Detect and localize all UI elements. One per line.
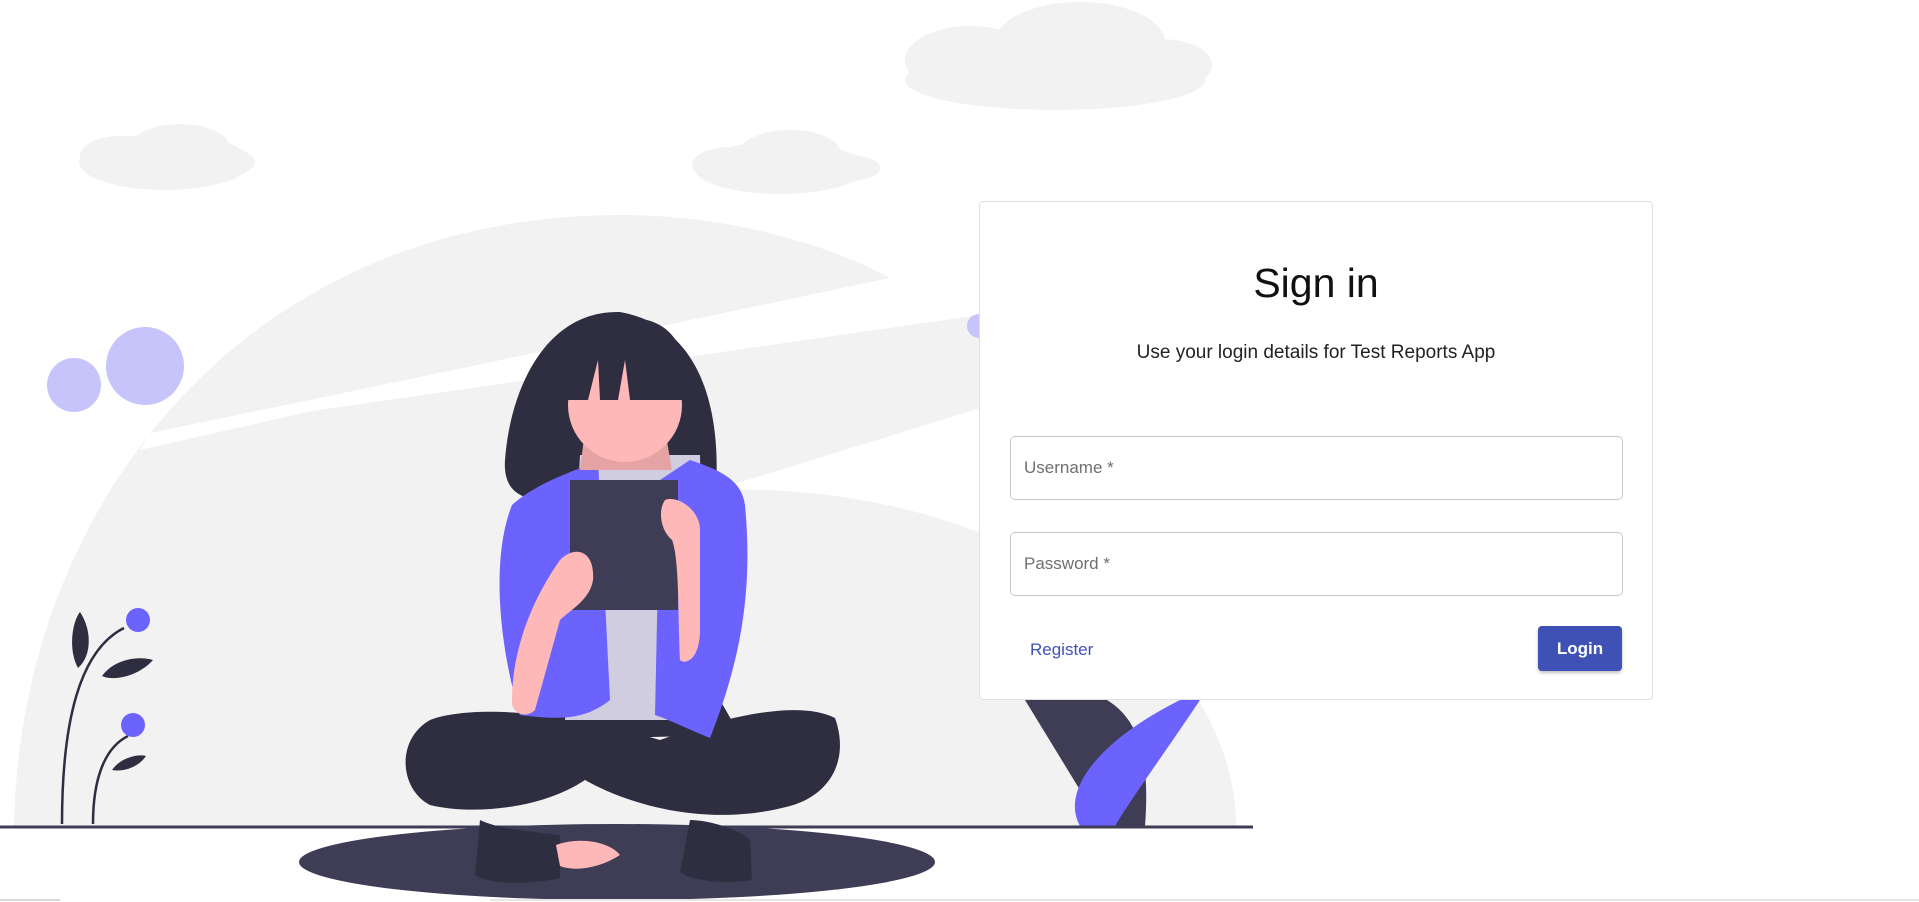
login-subtitle: Use your login details for Test Reports …: [1136, 342, 1496, 363]
username-field[interactable]: [1010, 436, 1623, 500]
cloud-icon: [692, 130, 880, 194]
login-card: Sign in Use your login details for Test …: [979, 201, 1653, 700]
login-button[interactable]: Login: [1538, 626, 1622, 671]
cloud-icon: [905, 2, 1212, 110]
register-button[interactable]: Register: [1010, 628, 1113, 672]
password-field[interactable]: [1010, 532, 1623, 596]
cloud-icon: [79, 124, 255, 190]
decorative-circle: [106, 327, 184, 405]
page-title: Sign in: [1253, 260, 1379, 306]
username-input[interactable]: [1011, 437, 1622, 499]
decorative-circle: [47, 358, 101, 412]
login-page: Sign in Use your login details for Test …: [0, 0, 1919, 902]
ground-shadow: [299, 824, 935, 900]
password-input[interactable]: [1011, 533, 1622, 595]
